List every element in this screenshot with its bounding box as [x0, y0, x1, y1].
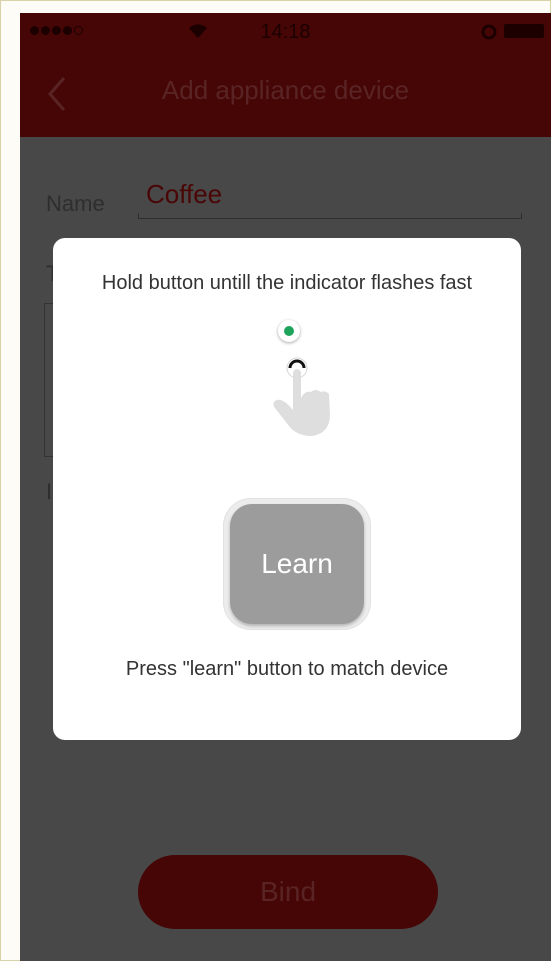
- name-input[interactable]: Coffee: [146, 179, 222, 210]
- indicator-led-icon: [278, 320, 300, 342]
- bind-button[interactable]: Bind: [138, 855, 438, 929]
- hand-pointer-icon: [273, 357, 330, 436]
- learn-dialog: Hold button untill the indicator flashes…: [53, 238, 521, 740]
- page-title: Add appliance device: [161, 75, 410, 105]
- icon-label: I: [46, 479, 53, 504]
- header-bar: 14:18 Add appliance device: [20, 13, 551, 137]
- phone-screen: 14:18 Add appliance device Name Coffee T…: [20, 13, 551, 961]
- learn-button[interactable]: Learn: [230, 504, 364, 624]
- dialog-hint-text: Hold button untill the indicator flashes…: [101, 272, 473, 294]
- alarm-icon: [481, 24, 497, 40]
- name-label: Name: [46, 191, 105, 216]
- dialog-footer-text: Press "learn" button to match device: [125, 658, 449, 680]
- status-bar: 14:18: [20, 13, 551, 51]
- learn-button-frame: Learn: [223, 498, 371, 630]
- status-time: 14:18: [260, 21, 311, 43]
- battery-icon: [504, 24, 544, 38]
- name-input-underline: [138, 213, 522, 219]
